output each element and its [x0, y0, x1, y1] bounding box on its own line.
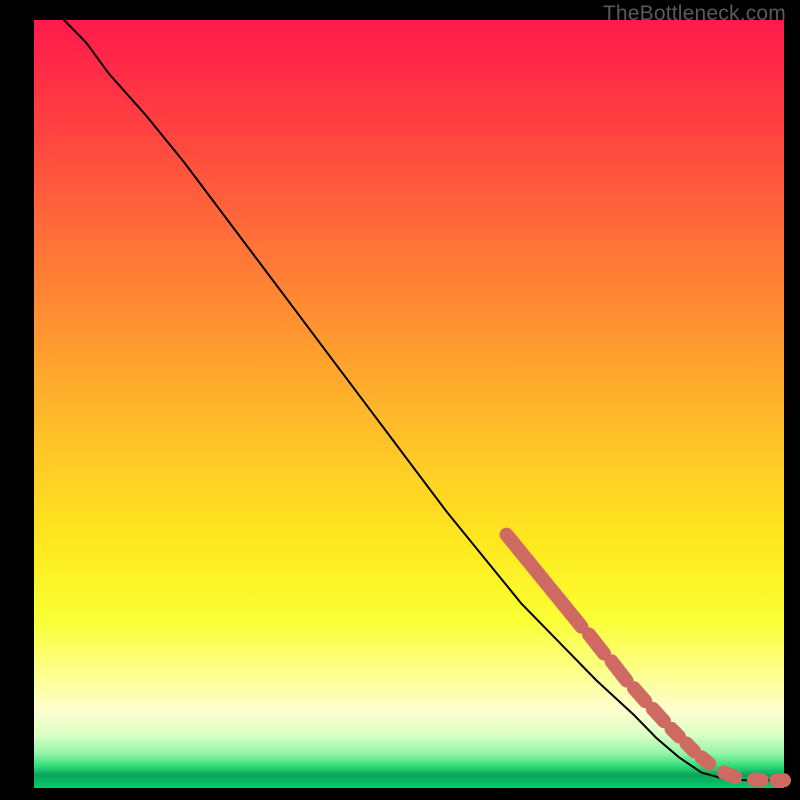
highlight-segment	[589, 634, 604, 653]
chart-frame: TheBottleneck.com	[0, 0, 800, 800]
watermark-text: TheBottleneck.com	[603, 2, 786, 26]
highlight-segment	[507, 535, 582, 627]
plot-area	[34, 20, 784, 788]
highlight-segment	[702, 757, 710, 763]
highlight-segment	[672, 729, 680, 737]
highlight-segment	[634, 688, 645, 701]
highlight-markers	[507, 535, 785, 781]
bottleneck-curve	[64, 20, 784, 780]
highlight-segment	[653, 709, 664, 721]
highlight-segment	[724, 773, 735, 778]
highlight-segment	[687, 744, 695, 752]
highlight-segment	[612, 661, 627, 680]
curve-layer	[34, 20, 784, 788]
